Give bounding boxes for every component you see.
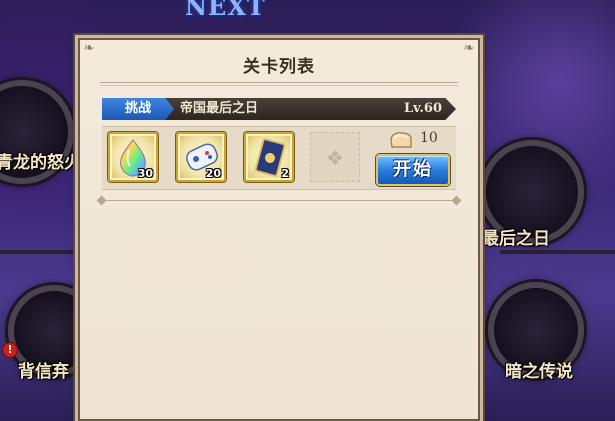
- stage-level: Lv.60: [403, 101, 442, 116]
- map-node-label: 背信弃: [18, 362, 69, 382]
- next-banner[interactable]: NEXT: [185, 0, 265, 28]
- map-path: [0, 250, 90, 254]
- reward-slot[interactable]: 2: [244, 132, 294, 182]
- map-node-label: 青龙的怒火: [0, 153, 81, 173]
- reward-quantity: 20: [205, 167, 221, 180]
- start-button[interactable]: 开始: [376, 154, 450, 186]
- ornament-icon: ❖: [326, 146, 344, 170]
- row-divider: [102, 200, 456, 201]
- challenge-tag: 挑战: [102, 98, 174, 120]
- reward-quantity: 2: [281, 167, 289, 180]
- stamina-cost: 10: [420, 130, 438, 146]
- title-divider: [100, 82, 458, 86]
- bread-icon: [390, 132, 412, 148]
- map-node-label: 最后之日: [482, 229, 550, 249]
- dialog-title: 关卡列表: [243, 57, 315, 77]
- reward-slot[interactable]: 30: [108, 132, 158, 182]
- empty-reward-slot: ❖: [310, 132, 360, 182]
- alert-badge: !: [2, 342, 18, 358]
- map-path: [500, 250, 615, 254]
- stage-list-dialog: ❧ ❧ 关卡列表 挑战 帝国最后之日 Lv.60 30 20 2 ❖ 10 开始: [78, 38, 480, 421]
- reward-slot[interactable]: 20: [176, 132, 226, 182]
- stage-name: 帝国最后之日: [180, 101, 259, 116]
- map-node-label: 暗之传说: [505, 362, 573, 382]
- reward-quantity: 30: [137, 167, 153, 180]
